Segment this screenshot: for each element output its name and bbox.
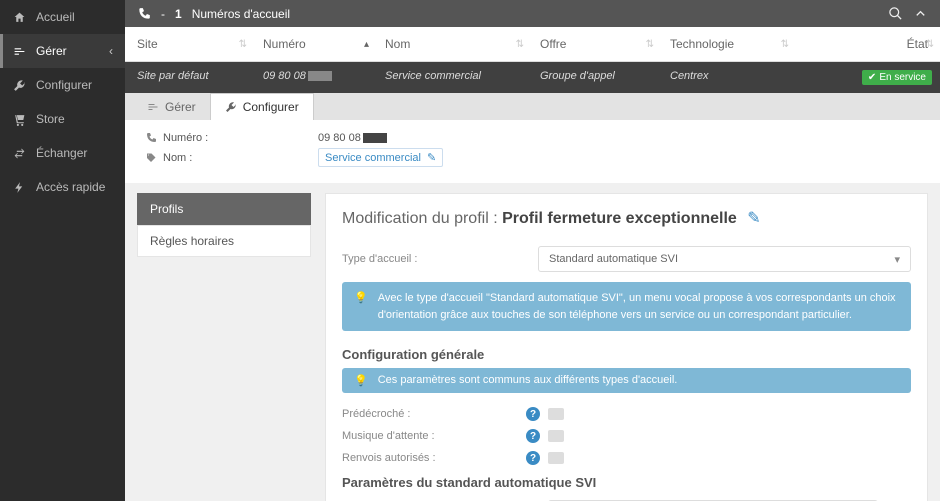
topbar: - 1 Numéros d'accueil: [125, 0, 940, 27]
th-offre[interactable]: Offre⇅: [530, 33, 660, 55]
renvois-toggle[interactable]: [548, 452, 564, 464]
heading-svi-params: Paramètres du standard automatique SVI: [342, 475, 911, 490]
th-tech[interactable]: Technologie⇅: [660, 33, 795, 55]
info-banner-svi: 💡 Avec le type d'accueil "Standard autom…: [342, 282, 911, 331]
cart-icon: [12, 113, 26, 126]
search-icon[interactable]: [888, 6, 903, 21]
info-banner-common: 💡 Ces paramètres sont communs aux différ…: [342, 368, 911, 393]
sidebar-item-accueil[interactable]: Accueil: [0, 0, 125, 34]
cell-nom: Service commercial: [375, 66, 530, 89]
phone-icon: [137, 7, 151, 21]
chevron-left-icon: ‹: [109, 44, 113, 58]
cell-etat: ✔ En service: [795, 66, 940, 89]
tabs: Gérer Configurer: [125, 93, 940, 120]
status-badge: ✔ En service: [862, 70, 932, 85]
leftnav-profils[interactable]: Profils: [137, 193, 311, 225]
detail-numero-value: 09 80 08: [318, 132, 387, 144]
table-header: Site⇅ Numéro▴ Nom⇅ Offre⇅ Technologie⇅ É…: [125, 27, 940, 62]
redacted: [363, 133, 387, 143]
sidebar-item-configurer[interactable]: Configurer: [0, 68, 125, 102]
sidebar-item-echanger[interactable]: Échanger: [0, 136, 125, 170]
topbar-sep: -: [161, 7, 165, 21]
content-panel: Modification du profil : Profil fermetur…: [325, 193, 928, 501]
cell-site: Site par défaut: [125, 66, 253, 89]
pencil-icon[interactable]: ✎: [427, 151, 436, 164]
sidebar-item-label: Configurer: [36, 78, 92, 92]
predecroche-label: Prédécroché :: [342, 408, 526, 420]
sidebar-item-gerer[interactable]: Gérer ‹: [0, 34, 125, 68]
th-numero[interactable]: Numéro▴: [253, 33, 375, 55]
help-icon[interactable]: ?: [526, 451, 540, 465]
predecroche-toggle[interactable]: [548, 408, 564, 420]
detail-nom-chip[interactable]: Service commercial✎: [318, 148, 443, 167]
topbar-count: 1: [175, 7, 182, 21]
table-row[interactable]: Site par défaut 09 80 08 Service commerc…: [125, 62, 940, 93]
home-icon: [12, 11, 26, 24]
sliders-icon: [12, 45, 26, 58]
help-icon[interactable]: ?: [526, 429, 540, 443]
redacted: [308, 71, 332, 81]
renvois-label: Renvois autorisés :: [342, 452, 526, 464]
cell-offre: Groupe d'appel: [530, 66, 660, 89]
sidebar-item-acces-rapide[interactable]: Accès rapide: [0, 170, 125, 204]
musique-toggle[interactable]: [548, 430, 564, 442]
th-etat[interactable]: État⇅: [795, 33, 940, 55]
tab-gerer[interactable]: Gérer: [133, 93, 210, 120]
bolt-icon: [12, 181, 26, 194]
lightbulb-icon: 💡: [354, 374, 368, 387]
left-nav: Profils Règles horaires: [137, 193, 311, 501]
leftnav-regles[interactable]: Règles horaires: [137, 225, 311, 257]
tag-icon: [145, 152, 157, 164]
wrench-icon: [12, 79, 26, 92]
sidebar-item-store[interactable]: Store: [0, 102, 125, 136]
topbar-title: Numéros d'accueil: [192, 7, 290, 21]
detail-panel: Numéro : 09 80 08 Nom : Service commerci…: [125, 120, 940, 183]
sidebar-item-label: Échanger: [36, 146, 87, 160]
sidebar-item-label: Accueil: [36, 10, 75, 24]
cell-numero: 09 80 08: [253, 66, 375, 89]
type-accueil-label: Type d'accueil :: [342, 253, 538, 265]
profile-heading: Modification du profil : Profil fermetur…: [342, 208, 911, 228]
cell-tech: Centrex: [660, 66, 795, 89]
collapse-icon[interactable]: [913, 6, 928, 21]
sidebar-item-label: Store: [36, 112, 65, 126]
sidebar-item-label: Gérer: [36, 44, 67, 58]
heading-config-generale: Configuration générale: [342, 347, 911, 362]
exchange-icon: [12, 147, 26, 160]
help-icon[interactable]: ?: [526, 407, 540, 421]
detail-nom-label: Nom :: [163, 152, 192, 164]
pencil-icon[interactable]: ✎: [747, 210, 760, 227]
type-accueil-select[interactable]: Standard automatique SVI: [538, 246, 911, 272]
tab-configurer[interactable]: Configurer: [210, 93, 314, 120]
sidebar-item-label: Accès rapide: [36, 180, 105, 194]
detail-numero-label: Numéro :: [163, 132, 208, 144]
phone-icon: [145, 132, 157, 144]
th-nom[interactable]: Nom⇅: [375, 33, 530, 55]
musique-label: Musique d'attente :: [342, 430, 526, 442]
lightbulb-icon: 💡: [354, 290, 368, 323]
th-site[interactable]: Site⇅: [125, 33, 253, 55]
